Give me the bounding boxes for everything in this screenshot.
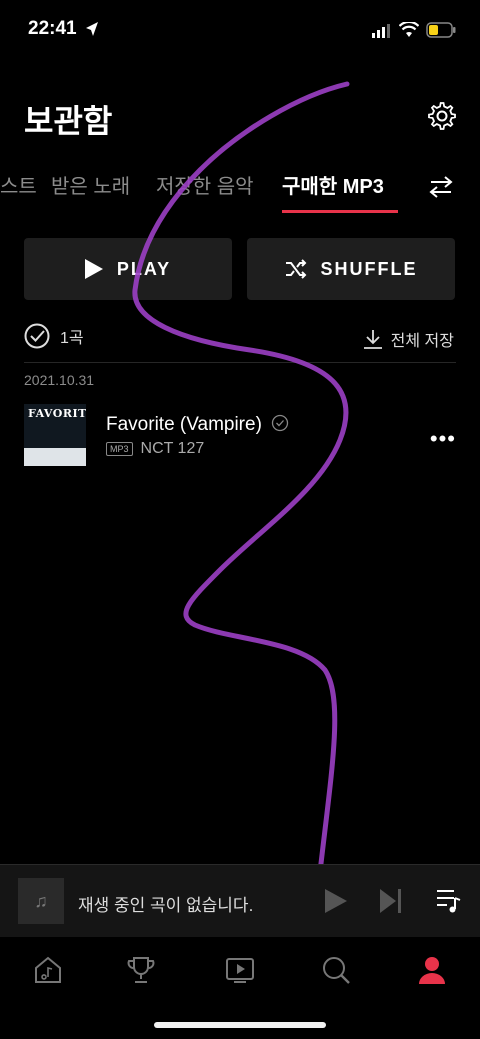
profile-icon bbox=[419, 957, 445, 984]
trophy-icon bbox=[127, 957, 155, 983]
home-indicator bbox=[154, 1022, 326, 1028]
player-play-icon[interactable] bbox=[325, 889, 347, 913]
nav-library[interactable] bbox=[412, 950, 452, 990]
nav-video[interactable] bbox=[220, 950, 260, 990]
music-note-icon: ♫ bbox=[18, 878, 64, 924]
home-icon bbox=[35, 956, 61, 983]
nav-home[interactable] bbox=[28, 950, 68, 990]
video-icon bbox=[226, 958, 254, 983]
nav-chart[interactable] bbox=[121, 950, 161, 990]
player-status-text: 재생 중인 곡이 없습니다. bbox=[78, 896, 254, 915]
mini-player[interactable]: ♫ 재생 중인 곡이 없습니다. bbox=[0, 864, 480, 937]
search-icon bbox=[323, 957, 350, 984]
player-next-icon[interactable] bbox=[380, 889, 402, 913]
playlist-icon[interactable] bbox=[436, 888, 462, 914]
nav-search[interactable] bbox=[316, 950, 356, 990]
bottom-nav bbox=[0, 938, 480, 998]
